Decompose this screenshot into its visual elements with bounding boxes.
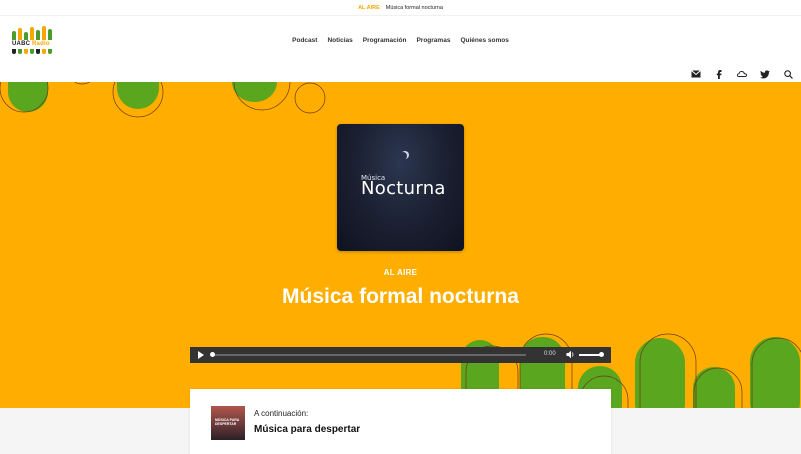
nav-quienes-somos[interactable]: Quiénes somos: [460, 37, 508, 44]
facebook-icon[interactable]: [714, 69, 724, 79]
up-next-thumbnail: MÚSICA PARA DESPERTAR: [211, 406, 245, 440]
now-playing-hero: Música Nocturna AL AIRE Música formal no…: [0, 82, 801, 408]
progress-track[interactable]: [210, 352, 526, 357]
soundcloud-icon[interactable]: [737, 69, 747, 79]
twitter-icon[interactable]: [760, 69, 770, 79]
progress-knob[interactable]: [210, 352, 215, 357]
show-title: Música formal nocturna: [282, 285, 519, 308]
on-air-ticker[interactable]: AL AIRE Música formal nocturna: [0, 0, 801, 16]
up-next-card[interactable]: MÚSICA PARA DESPERTAR A continuación: Mú…: [190, 389, 611, 454]
nav-noticias[interactable]: Noticias: [327, 37, 352, 44]
main-nav: Podcast Noticias Programación Programas …: [0, 37, 801, 44]
mail-icon[interactable]: [691, 69, 701, 79]
audio-player: 0:00: [190, 347, 611, 363]
nav-programacion[interactable]: Programación: [363, 37, 407, 44]
up-next-title: Música para despertar: [254, 424, 361, 435]
nav-podcast[interactable]: Podcast: [292, 37, 317, 44]
social-bar: [0, 66, 801, 82]
nav-programas[interactable]: Programas: [416, 37, 450, 44]
show-cover-art: Música Nocturna: [337, 124, 464, 251]
volume-icon[interactable]: [566, 350, 575, 359]
volume-knob[interactable]: [599, 352, 604, 357]
logo-dots: [12, 49, 56, 54]
site-header: UABC Radio Podcast Noticias Programación…: [0, 16, 801, 66]
cover-big-text: Nocturna: [361, 178, 446, 199]
play-icon[interactable]: [198, 351, 204, 359]
moon-graphic: [399, 152, 407, 160]
social-icons: [691, 69, 793, 79]
time-display: 0:00: [544, 351, 556, 357]
page: AL AIRE Música formal nocturna UABC Radi…: [0, 0, 801, 454]
up-next-label: A continuación:: [254, 409, 309, 418]
on-air-label: AL AIRE: [383, 268, 418, 277]
ticker-title: Música formal nocturna: [385, 4, 443, 11]
search-icon[interactable]: [783, 69, 793, 79]
ticker-tag: AL AIRE: [358, 4, 380, 11]
